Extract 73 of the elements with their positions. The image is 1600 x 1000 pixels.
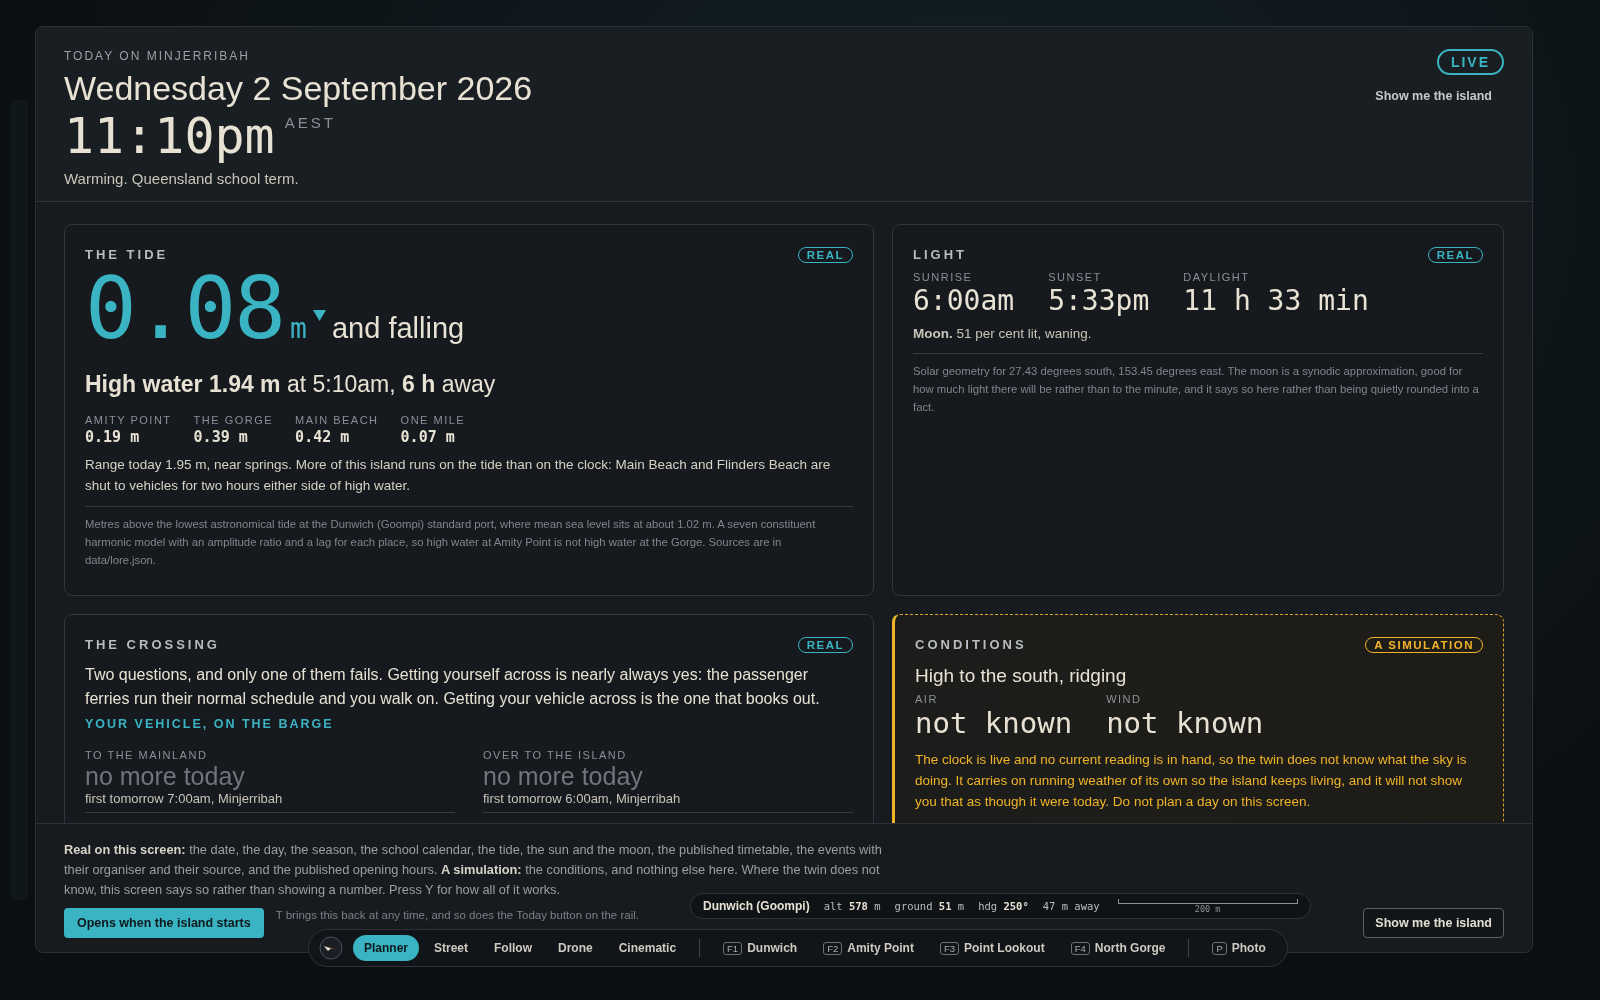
shortcut-key: F1 — [723, 941, 743, 955]
crossing-intro: Two questions, and only one of them fails. Getting yourself across is nearly always yes: the passenger ferries run their normal schedule and you walk on. Getting your vehicle across is the one that books out. — [85, 664, 821, 709]
place-tide-value: 0.39 m — [193, 427, 249, 446]
stat-label: DAYLIGHT — [1183, 270, 1251, 283]
barge-subheading: YOUR VEHICLE, ON THE BARGE — [85, 716, 335, 731]
tide-summary: Range today 1.95 m, near springs. More of this island runs on the tide than on the clock: Main Beach and Flinders Beach are shut to vehicles for two hours either side of high water. — [85, 455, 832, 495]
stat-label: AIR — [915, 692, 939, 705]
season-note: Warming. Queensland school term. — [64, 169, 300, 187]
stat-value: 11 h 33 min — [1183, 282, 1369, 318]
place-tide-value: 0.19 m — [85, 427, 141, 446]
start-button[interactable]: Opens when the island starts — [64, 908, 264, 938]
conditions-headline: High to the south, ridging — [915, 664, 1128, 687]
place-shortcut-button[interactable]: F2 Amity Point — [812, 935, 925, 961]
direction-label: OVER TO THE ISLAND — [483, 748, 628, 761]
next-sailing: first tomorrow 7:00am, Minjerribah — [85, 790, 284, 806]
compass-icon[interactable] — [319, 936, 343, 960]
place-tide-value: 0.42 m — [295, 427, 351, 446]
footer-hint: T brings this back at any time, and so does the Today button on the rail. — [275, 909, 639, 921]
camera-mode-tab[interactable]: Cinematic — [607, 935, 688, 961]
location-name: Dunwich (Goompi) — [703, 899, 810, 913]
shortcut-key: F3 — [939, 941, 959, 955]
place-shortcut-button[interactable]: F4 North Gorge — [1059, 935, 1177, 961]
place-label: ONE MILE — [400, 413, 466, 426]
shortcut-key: P — [1212, 941, 1227, 955]
direction-label: TO THE MAINLAND — [85, 748, 209, 761]
tide-trend: and falling — [331, 311, 465, 345]
place-shortcut-button[interactable]: F3 Point Lookout — [928, 935, 1056, 961]
high-water-line: High water 1.94 m at 5:10am, 6 h away — [85, 370, 497, 398]
stat-label: SUNSET — [1048, 270, 1103, 283]
stat-value: 5:33pm — [1048, 282, 1150, 318]
stat-value: 6:00am — [913, 282, 1015, 318]
camera-mode-tab[interactable]: Follow — [483, 935, 544, 961]
card-title: THE TIDE — [85, 247, 169, 263]
card-title: LIGHT — [913, 247, 967, 263]
live-badge: LIVE — [1436, 49, 1504, 75]
date-heading: Wednesday 2 September 2026 — [64, 69, 533, 109]
tide-unit: m — [290, 311, 307, 345]
scale-bar: 200 m — [1117, 898, 1298, 914]
sailing-status: no more today — [483, 760, 644, 791]
camera-mode-tab[interactable]: Drone — [547, 935, 604, 961]
light-footnote: Solar geometry for 27.43 degrees south, 153.45 degrees east. The moon is a synodic approximation, good for how much light there will be rather than to the minute, and it says so here rather than being quietly rounded into a fact. — [913, 363, 1480, 415]
place-label: MAIN BEACH — [295, 413, 379, 426]
footer-explanation: Real on this screen: the date, the day, the season, the school calendar, the tide, the sun and the moon, the published timetable, the events with their organiser and their source, and the published opening hours. A simulation: the conditions, and nothing else here. Where the twin does not know, this screen says so rather than showing a number. Press Y for how all of it works. — [64, 841, 883, 899]
clock-time: 11:10pm — [64, 108, 275, 166]
card-title: CONDITIONS — [915, 637, 1027, 653]
camera-mode-tab[interactable]: Planner — [353, 935, 419, 961]
show-island-button[interactable]: Show me the island — [1363, 908, 1504, 938]
timezone-label: AEST — [284, 114, 336, 132]
location-reading: ground 51 m — [894, 900, 965, 912]
stat-label: SUNRISE — [913, 270, 974, 283]
place-label: THE GORGE — [193, 413, 274, 426]
next-sailing: first tomorrow 6:00am, Minjerribah — [483, 790, 682, 806]
stat-value: not known — [1106, 704, 1264, 741]
location-reading: alt 578 m — [823, 900, 881, 912]
simulation-warning: The clock is live and no current reading is in hand, so the twin does not know what the sky is doing. It carries on running weather of its own so the island keeps living, and it will not show you that as though it were today. Do not plan a day on this screen. — [915, 750, 1468, 811]
location-reading: hdg 250° — [978, 900, 1029, 912]
photo-button[interactable]: P Photo — [1201, 935, 1277, 961]
shortcut-key: F2 — [823, 941, 843, 955]
camera-mode-tab[interactable]: Street — [423, 935, 480, 961]
tide-footnote: Metres above the lowest astronomical tide at the Dunwich (Goompi) standard port, where mean sea level sits at about 1.02 m. A seven constituent harmonic model with an amplitude ratio and a lag for each place, so high water at Amity Point is not high water at the Gorge. Sources are in data/lore.json. — [85, 516, 817, 568]
stat-value: not known — [915, 704, 1073, 741]
sailing-status: no more today — [85, 760, 246, 791]
stat-label: WIND — [1106, 692, 1143, 705]
tide-reading: 0.08 — [85, 264, 285, 351]
shortcut-key: F4 — [1070, 941, 1090, 955]
location-reading: 47 m away — [1042, 900, 1100, 912]
show-island-link[interactable]: Show me the island — [1375, 89, 1492, 103]
card-title: THE CROSSING — [85, 637, 220, 653]
place-shortcut-button[interactable]: F1 Dunwich — [712, 935, 809, 961]
place-tide-value: 0.07 m — [400, 427, 456, 446]
moon-note: Moon. 51 per cent lit, waning. — [913, 325, 1093, 341]
dialog-eyebrow: TODAY ON MINJERRIBAH — [64, 49, 252, 63]
place-label: AMITY POINT — [85, 413, 172, 426]
